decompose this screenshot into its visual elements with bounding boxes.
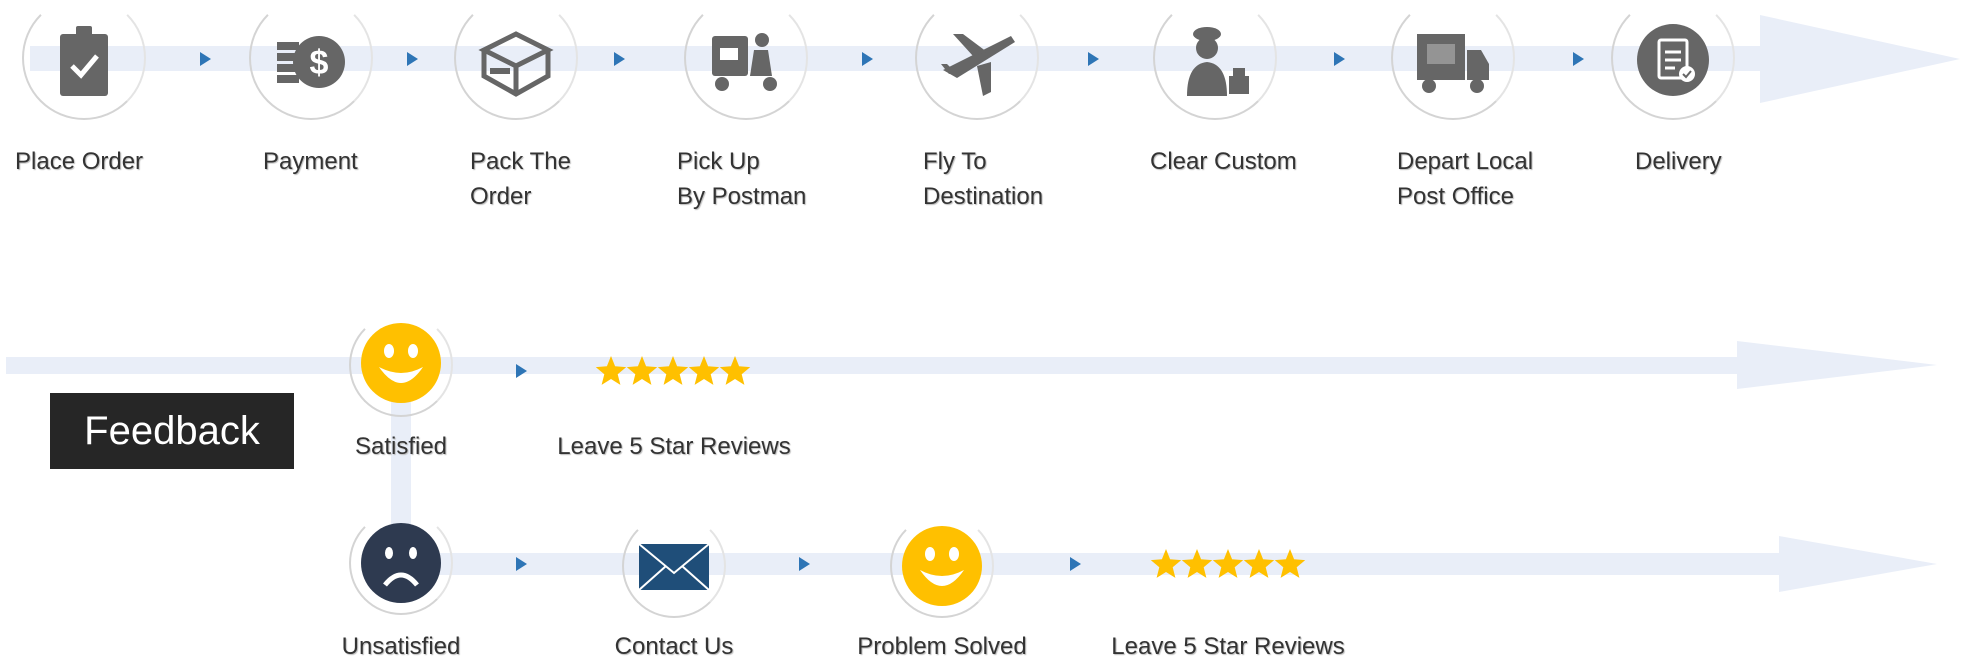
star-icon (1274, 549, 1306, 578)
flow-arrow-icon (200, 52, 211, 66)
step-label: By Postman (677, 183, 807, 210)
postman-scooter-icon (712, 33, 777, 91)
sad-face-icon (361, 523, 441, 603)
star-icon (1212, 549, 1244, 578)
step-label: Order (470, 183, 532, 210)
step-label: Depart Local (1397, 148, 1534, 175)
dollar-coins-icon: $ (277, 36, 345, 88)
unsatisfied-label: Unsatisfied (341, 633, 461, 660)
flow-arrow-icon (407, 52, 418, 66)
star-icon (688, 356, 720, 385)
step-label: Delivery (1635, 148, 1722, 175)
step-label: Place Order (15, 148, 144, 175)
happy-face-icon (902, 526, 982, 606)
star-icon (1243, 549, 1275, 578)
flow-arrow-icon (516, 557, 527, 571)
flow-arrow-icon (516, 364, 527, 378)
flow-arrow-icon (1088, 52, 1099, 66)
five-stars-icon (595, 356, 751, 385)
star-icon (1181, 549, 1213, 578)
svg-text:$: $ (310, 44, 329, 82)
flow-arrow-icon (614, 52, 625, 66)
satisfied-review-label: Leave 5 Star Reviews (557, 433, 791, 460)
process-flow-arrowhead (1760, 15, 1960, 103)
delivery-truck-icon (1417, 34, 1489, 93)
step-label: Clear Custom (1150, 148, 1297, 175)
step-label: Pack The (470, 148, 571, 175)
feedback-title: Feedback (50, 393, 294, 469)
five-stars-icon (1150, 549, 1306, 578)
unsatisfied-flow-arrowhead (1779, 536, 1937, 592)
step-label: Fly To (923, 148, 987, 175)
unsatisfied-review-label: Leave 5 Star Reviews (1111, 633, 1345, 660)
contact-us-label: Contact Us (614, 633, 734, 660)
star-icon (657, 356, 689, 385)
satisfied-flow-arrowhead (1737, 341, 1937, 389)
happy-face-icon (361, 323, 441, 403)
unsatisfied-flow-band (401, 553, 1786, 575)
satisfied-flow-band (6, 357, 1741, 374)
clipboard-check-icon (60, 26, 108, 96)
delivered-clipboard-icon (1637, 24, 1709, 96)
satisfied-label: Satisfied (354, 433, 448, 460)
star-icon (595, 356, 627, 385)
step-label: Pick Up (677, 148, 760, 175)
star-icon (1150, 549, 1182, 578)
step-label: Post Office (1397, 183, 1514, 210)
box-icon (478, 31, 554, 97)
airplane-icon (941, 34, 1015, 96)
customs-officer-icon (1187, 27, 1249, 96)
step-label: Payment (263, 148, 358, 175)
flow-arrow-icon (1070, 557, 1081, 571)
flow-arrow-icon (1573, 52, 1584, 66)
flow-arrow-icon (862, 52, 873, 66)
flow-arrow-icon (1334, 52, 1345, 66)
envelope-icon (638, 543, 710, 591)
star-icon (719, 356, 751, 385)
star-icon (626, 356, 658, 385)
flow-arrow-icon (799, 557, 810, 571)
step-label: Destination (923, 183, 1044, 210)
problem-solved-label: Problem Solved (857, 633, 1027, 660)
